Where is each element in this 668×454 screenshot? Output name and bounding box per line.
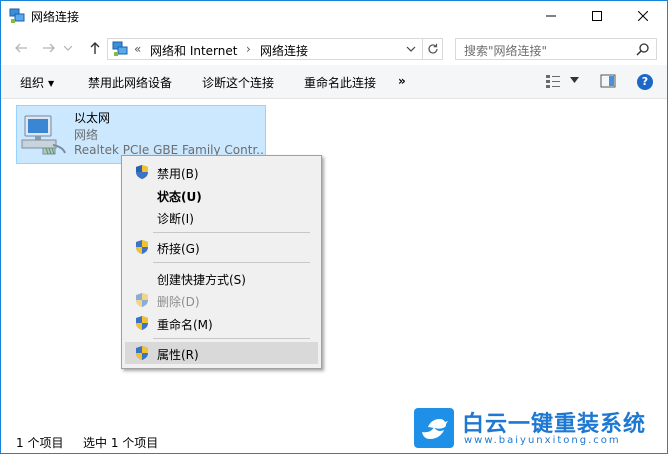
watermark: 白云一键重装系统 www.baiyunxitong.com xyxy=(410,404,666,452)
menu-item-bridge[interactable]: 桥接(G) xyxy=(125,236,318,258)
search-icon[interactable] xyxy=(636,42,650,56)
help-button[interactable]: ? xyxy=(637,74,653,90)
menu-item-create-shortcut[interactable]: 创建快捷方式(S) xyxy=(125,267,318,289)
menu-item-label: 状态(U) xyxy=(157,190,202,204)
title-bar: 网络连接 xyxy=(1,1,667,31)
menu-separator xyxy=(153,262,310,263)
preview-pane-icon[interactable] xyxy=(600,73,616,89)
command-bar: 组织 ▼ 禁用此网络设备 诊断这个连接 重命名此连接 » ? xyxy=(1,65,667,99)
disable-device-button[interactable]: 禁用此网络设备 xyxy=(88,74,172,91)
network-connections-icon xyxy=(9,8,25,23)
uac-shield-icon xyxy=(136,293,148,307)
menu-item-label: 删除(D) xyxy=(157,295,200,309)
refresh-icon xyxy=(427,43,438,54)
menu-item-diagnose[interactable]: 诊断(I) xyxy=(125,206,318,228)
navigation-bar: « 网络和 Internet › 网络连接 搜索"网络连接" xyxy=(1,32,667,64)
menu-item-label: 诊断(I) xyxy=(157,212,194,226)
change-view-icon[interactable] xyxy=(545,73,561,89)
network-connections-icon xyxy=(112,41,128,56)
uac-shield-icon xyxy=(136,346,148,360)
watermark-url: www.baiyunxitong.com xyxy=(464,435,621,446)
chevron-down-icon xyxy=(64,45,72,51)
address-bar[interactable]: « 网络和 Internet › 网络连接 xyxy=(107,38,423,60)
diagnose-button[interactable]: 诊断这个连接 xyxy=(202,74,274,91)
minimize-button[interactable] xyxy=(528,1,574,31)
menu-item-label: 桥接(G) xyxy=(157,242,200,256)
breadcrumb-separator[interactable]: › xyxy=(246,42,251,56)
ethernet-adapter-icon xyxy=(21,115,66,155)
view-options-dropdown-icon[interactable] xyxy=(570,77,579,83)
watermark-logo xyxy=(414,408,454,448)
up-button[interactable] xyxy=(85,38,105,58)
menu-separator xyxy=(153,338,310,339)
item-count: 1 个项目 xyxy=(16,436,64,450)
menu-item-label: 禁用(B) xyxy=(157,167,199,181)
uac-shield-icon xyxy=(136,240,148,254)
bird-icon xyxy=(422,419,448,439)
maximize-button[interactable] xyxy=(574,1,620,31)
forward-button[interactable] xyxy=(39,38,59,58)
menu-item-label: 创建快捷方式(S) xyxy=(157,273,246,287)
maximize-icon xyxy=(592,11,602,21)
chevron-down-icon[interactable] xyxy=(406,42,416,56)
menu-item-label: 重命名(M) xyxy=(157,318,213,332)
adapter-name: 以太网 xyxy=(74,111,111,125)
menu-item-disable[interactable]: 禁用(B) xyxy=(125,161,318,183)
rename-button[interactable]: 重命名此连接 xyxy=(304,74,376,91)
back-button[interactable] xyxy=(11,38,31,58)
minimize-icon xyxy=(546,15,556,17)
context-menu: 禁用(B) 状态(U) 诊断(I) 桥接(G) 创建快捷方式(S) 删除(D) … xyxy=(121,155,322,369)
adapter-status: 网络 xyxy=(74,128,99,142)
search-box[interactable]: 搜索"网络连接" xyxy=(455,38,657,60)
close-button[interactable] xyxy=(620,1,666,31)
refresh-button[interactable] xyxy=(423,38,443,60)
explorer-window: 网络连接 « 网络和 Internet › 网络连接 搜索"网络连接" 组织 ▼… xyxy=(0,0,668,454)
breadcrumb-overflow[interactable]: « xyxy=(134,42,141,56)
menu-item-delete: 删除(D) xyxy=(125,289,318,311)
organize-label: 组织 xyxy=(20,76,45,90)
uac-shield-icon xyxy=(136,316,148,330)
menu-item-properties[interactable]: 属性(R) xyxy=(125,342,318,364)
menu-separator xyxy=(153,232,310,233)
organize-button[interactable]: 组织 ▼ xyxy=(20,74,54,91)
search-placeholder[interactable]: 搜索"网络连接" xyxy=(464,42,547,59)
menu-item-status[interactable]: 状态(U) xyxy=(125,184,318,206)
breadcrumb-network-internet[interactable]: 网络和 Internet xyxy=(150,42,237,59)
uac-shield-icon xyxy=(136,165,148,179)
arrow-up-icon xyxy=(90,42,100,54)
watermark-title: 白云一键重装系统 xyxy=(462,412,647,437)
recent-locations-button[interactable] xyxy=(63,38,73,58)
breadcrumb-network-connections[interactable]: 网络连接 xyxy=(260,42,308,59)
dropdown-arrow-icon: ▼ xyxy=(48,79,55,88)
more-commands-button[interactable]: » xyxy=(398,74,406,88)
content-area: 以太网 网络 Realtek PCIe GBE Family Contr... xyxy=(1,99,667,425)
window-title: 网络连接 xyxy=(31,10,80,24)
menu-item-rename[interactable]: 重命名(M) xyxy=(125,312,318,334)
arrow-left-icon xyxy=(15,43,27,53)
selection-count: 选中 1 个项目 xyxy=(83,436,159,450)
arrow-right-icon xyxy=(43,43,55,53)
menu-item-label: 属性(R) xyxy=(157,348,199,362)
close-icon xyxy=(638,11,648,21)
